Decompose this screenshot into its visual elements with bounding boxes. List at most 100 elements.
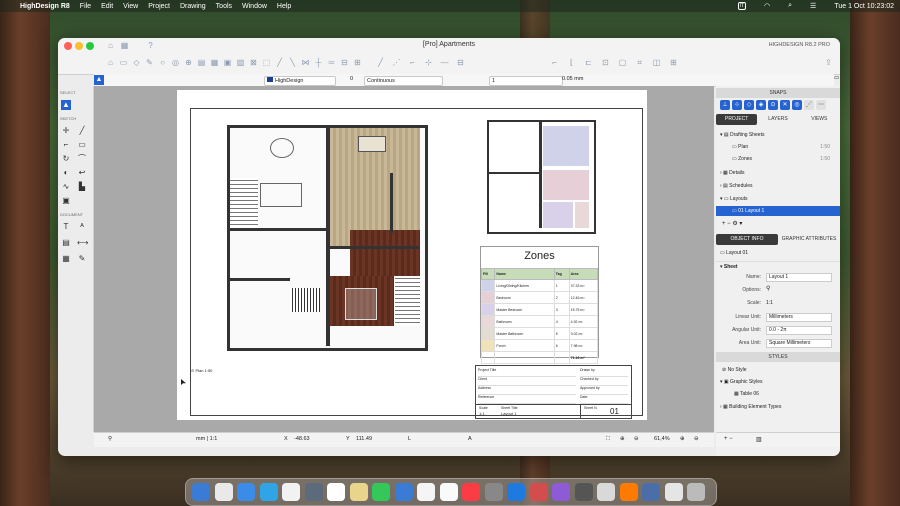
tree-schedules[interactable]: › ▤ Schedules bbox=[716, 181, 840, 191]
toolbar-draw-icon[interactable]: ⊹ bbox=[424, 58, 433, 67]
toolbar-draw-icon[interactable]: — bbox=[440, 58, 449, 67]
dock-app-icon[interactable] bbox=[687, 483, 705, 501]
toolbar-tool-icon[interactable]: ╱ bbox=[275, 58, 284, 67]
snap-toggle-icon[interactable]: ✕ bbox=[780, 100, 790, 110]
input-source-badge[interactable]: IT bbox=[737, 2, 747, 10]
name-field[interactable]: Layout 1 bbox=[766, 273, 832, 282]
menu-window[interactable]: Window bbox=[242, 3, 267, 10]
toolbar-tool-icon[interactable]: ⬚ bbox=[262, 58, 271, 67]
toolbar-modify-icon[interactable]: ⊏ bbox=[584, 58, 593, 67]
toolbar-modify-icon[interactable]: ⌐ bbox=[550, 58, 559, 67]
zoom-out-icon[interactable]: ⊖ bbox=[634, 436, 639, 442]
select-tool-icon[interactable]: ▲ bbox=[61, 100, 71, 110]
polyline-tool-icon[interactable]: ⌐ bbox=[61, 140, 71, 150]
style-table[interactable]: ▦ Table 06 bbox=[716, 389, 840, 399]
panel-toggle-icon[interactable]: ▭ bbox=[834, 75, 839, 81]
snap-toggle-icon[interactable]: ⊙ bbox=[768, 100, 778, 110]
toolbar-modify-icon[interactable]: ◫ bbox=[652, 58, 661, 67]
toolbar-draw-icon[interactable]: ⌐ bbox=[408, 58, 417, 67]
zone-row[interactable]: Master Bedroom 3 15.75 m² bbox=[480, 303, 599, 316]
area-unit-select[interactable]: Square Millimeters bbox=[766, 339, 832, 348]
arc-tool-icon[interactable]: ↻ bbox=[61, 154, 71, 164]
dock-app-icon[interactable] bbox=[439, 483, 458, 501]
grid-icon[interactable]: ▦ bbox=[120, 41, 129, 50]
toolbar-draw-icon[interactable]: ⊟ bbox=[456, 58, 465, 67]
dock-app-icon[interactable] bbox=[574, 483, 593, 501]
zoom-level[interactable]: 61,4% bbox=[654, 436, 670, 442]
dock-app-icon[interactable] bbox=[642, 483, 660, 501]
clock[interactable]: Tue 1 Oct 10:23:02 bbox=[834, 3, 894, 10]
tree-actions[interactable]: + − ⚙ ▾ bbox=[722, 220, 742, 227]
dimension-tool-icon[interactable]: ⟷ bbox=[77, 238, 88, 248]
control-center-icon[interactable]: ☰ bbox=[810, 2, 816, 10]
snap-toggle-icon[interactable]: ⋯ bbox=[816, 100, 826, 110]
toolbar-tool-icon[interactable]: ▦ bbox=[210, 58, 219, 67]
toolbar-tool-icon[interactable]: ⋈ bbox=[301, 58, 310, 67]
note-tool-icon[interactable]: ▤ bbox=[61, 238, 71, 248]
pointer-tool-icon[interactable]: ▲ bbox=[94, 75, 104, 85]
library-icon[interactable]: ▥ bbox=[756, 436, 762, 443]
drawing-canvas[interactable]: ↻ ⊕ ⊞ ▤ ▭ bbox=[94, 86, 714, 432]
y-value[interactable]: 111.49 bbox=[356, 436, 372, 442]
menu-edit[interactable]: Edit bbox=[101, 3, 113, 10]
tab-graphic-attributes[interactable]: GRAPHIC ATTRIBUTES bbox=[778, 234, 840, 245]
menu-drawing[interactable]: Drawing bbox=[180, 3, 206, 10]
sheet-section[interactable]: ▾ Sheet bbox=[716, 261, 840, 272]
text-tool-icon[interactable]: T bbox=[61, 222, 71, 232]
tab-project[interactable]: PROJECT bbox=[716, 114, 758, 125]
share-icon[interactable]: ⇪ bbox=[824, 58, 833, 67]
toolbar-tool-icon[interactable]: ⊞ bbox=[353, 58, 362, 67]
title-block[interactable]: Project Title Client Address Reference Draw… bbox=[475, 365, 632, 419]
x-value[interactable]: -48.63 bbox=[294, 436, 310, 442]
pin-icon[interactable]: ⚲ bbox=[108, 436, 112, 442]
zone-row[interactable]: Living/Dining/Kitchen 1 37.33 m² bbox=[480, 279, 599, 292]
zoom-in-icon[interactable]: ⊕ bbox=[620, 436, 625, 442]
style-no-style[interactable]: ⊘ No Style bbox=[716, 365, 840, 375]
toolbar-tool-icon[interactable]: ◇ bbox=[132, 58, 141, 67]
toolbar-tool-icon[interactable]: ⌂ bbox=[106, 58, 115, 67]
dock-app-icon[interactable] bbox=[484, 483, 503, 501]
toolbar-tool-icon[interactable]: ⊠ bbox=[249, 58, 258, 67]
dock-app-icon[interactable] bbox=[214, 483, 233, 501]
line-width-value[interactable]: 0.05 mm bbox=[562, 76, 583, 82]
dock-app-icon[interactable] bbox=[237, 483, 255, 501]
angular-unit-select[interactable]: 0.0 - 2π bbox=[766, 326, 832, 335]
dock-app-icon[interactable] bbox=[417, 483, 435, 501]
wifi-icon[interactable]: ◠ bbox=[764, 2, 770, 10]
zones-plan[interactable] bbox=[487, 120, 596, 234]
dock-app-icon[interactable] bbox=[349, 483, 368, 501]
add-icon[interactable]: + − bbox=[724, 436, 733, 442]
snap-toggle-icon[interactable]: ◈ bbox=[756, 100, 766, 110]
dock-app-icon[interactable] bbox=[394, 483, 413, 501]
toolbar-draw-icon[interactable]: ╱ bbox=[376, 58, 385, 67]
dock-app-icon[interactable] bbox=[304, 483, 323, 501]
toolbar-tool-icon[interactable]: ⊟ bbox=[340, 58, 349, 67]
tree-layout-01[interactable]: ▭ 01 Layout 1 bbox=[716, 206, 840, 216]
toolbar-tool-icon[interactable]: ┼ bbox=[314, 58, 323, 67]
dock-app-icon[interactable] bbox=[462, 483, 480, 501]
line-count-field[interactable]: 1 bbox=[489, 76, 563, 86]
toolbar-tool-icon[interactable]: ◎ bbox=[171, 58, 180, 67]
toolbar-tool-icon[interactable]: ▧ bbox=[236, 58, 245, 67]
zone-row[interactable]: Bedroom 2 12.46 m² bbox=[480, 291, 599, 304]
search-icon[interactable]: ⌕ bbox=[788, 2, 792, 10]
home-icon[interactable]: ⌂ bbox=[106, 41, 115, 50]
spline-tool-icon[interactable]: ∿ bbox=[61, 182, 71, 192]
toolbar-tool-icon[interactable]: ▤ bbox=[197, 58, 206, 67]
zoom-fit-icon[interactable]: ⛶ bbox=[606, 436, 610, 443]
menu-view[interactable]: View bbox=[123, 3, 138, 10]
layer-select[interactable]: HighDesign bbox=[264, 76, 336, 86]
dock-app-icon[interactable] bbox=[664, 483, 683, 501]
freehand-tool-icon[interactable]: ↩ bbox=[77, 168, 87, 178]
scale-value[interactable]: 1:1 bbox=[766, 300, 773, 306]
help-icon[interactable]: ? bbox=[146, 41, 155, 50]
toolbar-modify-icon[interactable]: ⊞ bbox=[669, 58, 678, 67]
measure-tool-icon[interactable]: ✎ bbox=[77, 254, 87, 264]
snap-toggle-icon[interactable]: ⊥ bbox=[720, 100, 730, 110]
tree-layouts[interactable]: ▾ ▭ Layouts bbox=[716, 194, 840, 204]
tree-zones[interactable]: ▭ Zones 1:50 bbox=[716, 154, 840, 164]
dock-app-icon[interactable] bbox=[327, 483, 345, 501]
options-icon[interactable]: ⚲ bbox=[766, 285, 770, 292]
tree-plan[interactable]: ▭ Plan 1:50 bbox=[716, 142, 840, 152]
zones-table[interactable]: Zones Fill Name Tag Area Living/Dining/K… bbox=[480, 246, 599, 364]
